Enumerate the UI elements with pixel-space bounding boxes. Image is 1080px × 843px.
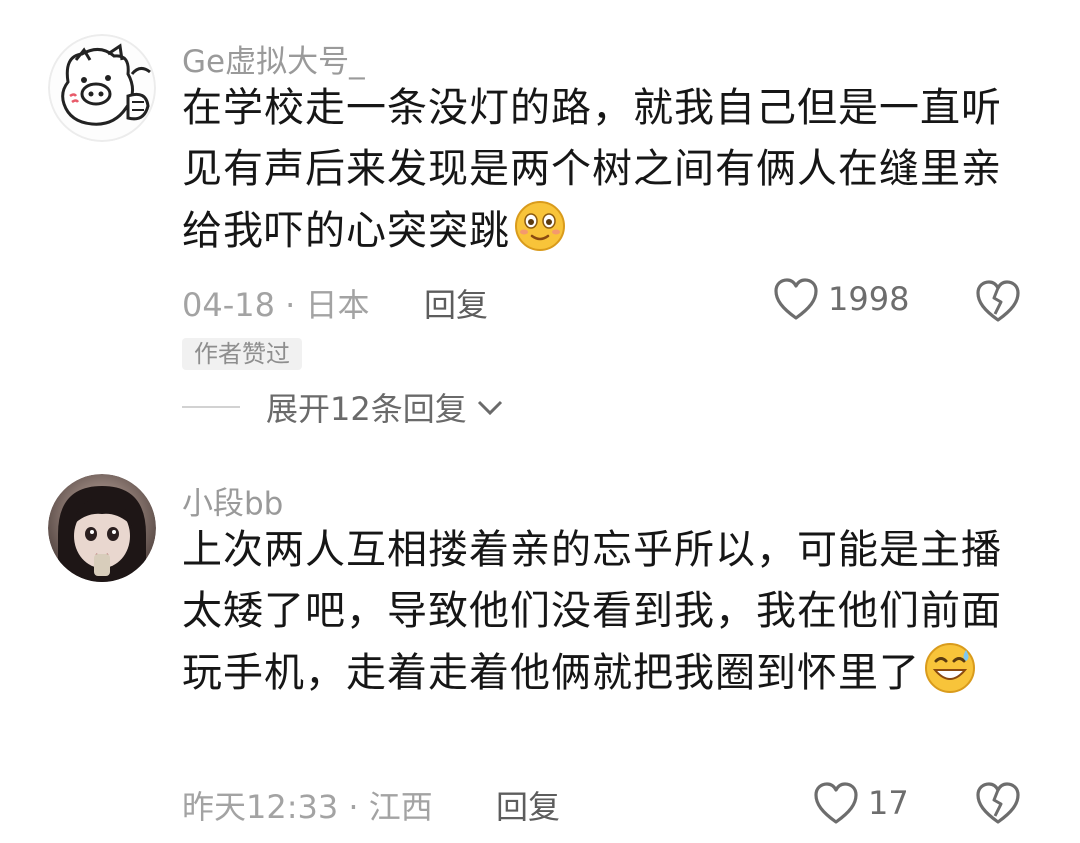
heart-outline-icon — [814, 782, 858, 824]
expand-replies-label: 展开12条回复 — [266, 390, 467, 428]
like-count: 17 — [868, 784, 909, 822]
reply-button[interactable]: 回复 — [496, 782, 560, 828]
avatar[interactable] — [48, 34, 156, 142]
like-count: 1998 — [828, 280, 910, 318]
comment-text: 在学校走一条没灯的路，就我自己但是一直听见有声后来发现是两个树之间有俩人在缝里亲… — [182, 78, 1012, 262]
flushed-face-emoji — [514, 200, 566, 252]
avatar[interactable] — [48, 474, 156, 582]
chevron-down-icon — [477, 400, 502, 416]
pig-doodle-avatar — [48, 34, 156, 142]
dislike-button[interactable] — [974, 780, 1022, 830]
expand-replies-button[interactable]: 展开12条回复 — [182, 384, 505, 430]
username[interactable]: 小段bb — [182, 478, 283, 523]
grinning-sweat-emoji — [924, 642, 976, 694]
comment-text: 上次两人互相搂着亲的忘乎所以，可能是主播太矮了吧，导致他们没看到我，我在他们前面… — [182, 520, 1012, 704]
username[interactable]: Ge虚拟大号_ — [182, 36, 365, 81]
comment-item: Ge虚拟大号_ 在学校走一条没灯的路，就我自己但是一直听见有声后来发现是两个树之… — [0, 0, 1080, 440]
broken-heart-icon — [976, 782, 1020, 824]
comment-text-content: 在学校走一条没灯的路，就我自己但是一直听见有声后来发现是两个树之间有俩人在缝里亲… — [182, 85, 1002, 254]
comment-meta: 昨天12:33 · 江西 — [182, 788, 433, 826]
reply-button[interactable]: 回复 — [424, 280, 488, 326]
like-button[interactable]: 1998 — [772, 276, 909, 322]
divider-line — [182, 406, 240, 408]
comment-item: 小段bb 上次两人互相搂着亲的忘乎所以，可能是主播太矮了吧，导致他们没看到我，我… — [0, 460, 1080, 843]
broken-heart-icon — [976, 280, 1020, 322]
like-button[interactable]: 17 — [812, 780, 909, 826]
comment-meta: 04-18 · 日本 — [182, 286, 370, 324]
comment-text-content: 上次两人互相搂着亲的忘乎所以，可能是主播太矮了吧，导致他们没看到我，我在他们前面… — [182, 527, 1002, 696]
dislike-button[interactable] — [974, 278, 1022, 328]
girl-photo-avatar — [48, 474, 156, 582]
heart-outline-icon — [774, 278, 818, 320]
author-liked-badge: 作者赞过 — [182, 338, 302, 370]
